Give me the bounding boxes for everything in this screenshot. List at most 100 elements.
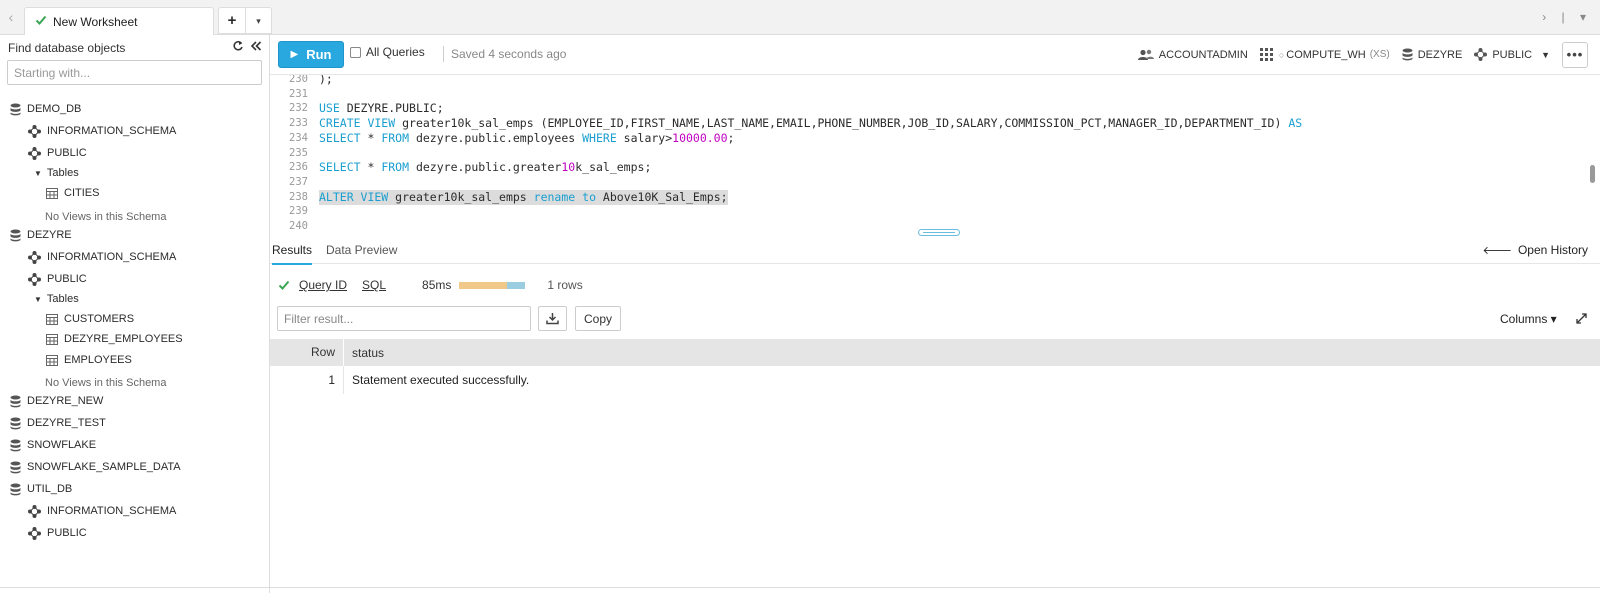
tree-item-table[interactable]: DEZYRE_EMPLOYEES — [46, 330, 183, 348]
schema-icon — [28, 504, 41, 518]
results-tabbar: Results Data Preview 🡐 Open History — [270, 238, 1600, 265]
tree-item-schema[interactable]: PUBLIC — [28, 144, 87, 162]
grid-header: Row status — [270, 339, 1600, 366]
tree-item-label: DEZYRE_EMPLOYEES — [64, 333, 183, 345]
database-icon — [10, 395, 21, 408]
warehouse-label: COMPUTE_WH — [1286, 48, 1366, 61]
tree-item-table[interactable]: EMPLOYEES — [46, 351, 132, 369]
tree-item-table[interactable]: CUSTOMERS — [46, 310, 134, 328]
tab-scroll-controls[interactable]: › | ▾ — [1542, 10, 1592, 24]
tree-item-label: UTIL_DB — [27, 483, 73, 495]
column-header-row[interactable]: Row — [270, 339, 344, 366]
code-line[interactable]: 230); — [270, 75, 1590, 87]
warehouse-size: (XS) — [1369, 49, 1390, 60]
add-worksheet-button[interactable]: + — [218, 7, 246, 34]
run-button[interactable]: ▶ Run — [278, 41, 344, 68]
code-token: 10000.00 — [672, 130, 728, 145]
caret-down-icon[interactable]: ▼ — [34, 169, 42, 178]
panel-resize-handle[interactable] — [918, 229, 960, 236]
tree-item-label: DEMO_DB — [27, 103, 82, 115]
tree-item-label: SNOWFLAKE — [27, 439, 97, 451]
line-number: 238 — [289, 190, 308, 203]
database-icon — [10, 439, 21, 452]
line-number: 233 — [289, 117, 308, 130]
sql-link[interactable]: SQL — [362, 278, 386, 292]
table-icon — [46, 187, 58, 199]
code-line[interactable]: 232 USE DEZYRE.PUBLIC; — [270, 101, 1590, 116]
sql-editor[interactable]: 230); 231 232 USE DEZYRE.PUBLIC; 233 CREATE V… — [270, 75, 1600, 236]
schema-selector[interactable]: PUBLIC ▼ — [1474, 48, 1550, 61]
tree-item-label: PUBLIC — [47, 273, 87, 285]
code-line[interactable]: 235 — [270, 146, 1590, 161]
code-token: FROM — [381, 130, 410, 145]
caret-down-icon[interactable]: ▼ — [34, 295, 42, 304]
database-label: DEZYRE — [1417, 48, 1463, 61]
status-cell: Statement executed successfully. — [352, 373, 530, 387]
tree-item-database[interactable]: SNOWFLAKE_SAMPLE_DATA — [10, 458, 181, 476]
code-line[interactable]: 239 — [270, 204, 1590, 219]
code-line[interactable]: 238 ALTER VIEW greater10k_sal_emps rename… — [270, 189, 1590, 205]
tree-item-database[interactable]: DEZYRE — [10, 226, 72, 244]
tree-item-folder[interactable]: ▼ Tables — [34, 164, 79, 182]
tree-item-schema[interactable]: PUBLIC — [28, 270, 87, 288]
tree-item-schema[interactable]: INFORMATION_SCHEMA — [28, 502, 176, 520]
database-icon — [10, 417, 21, 430]
code-line[interactable]: 231 — [270, 87, 1590, 102]
tab-menu-button[interactable]: ▾ — [246, 7, 272, 34]
tree-item-database[interactable]: DEZYRE_NEW — [10, 392, 103, 410]
object-search-input[interactable] — [7, 60, 262, 85]
warehouse-selector[interactable]: ○ COMPUTE_WH (XS) — [1259, 47, 1390, 62]
filter-result-input[interactable] — [277, 306, 531, 331]
tab-data-preview[interactable]: Data Preview — [326, 243, 397, 263]
tree-item-database[interactable]: DEMO_DB — [10, 100, 81, 118]
database-selector[interactable]: DEZYRE — [1402, 48, 1463, 61]
tree-item-label: PUBLIC — [47, 147, 87, 159]
tree-item-label: Tables — [46, 293, 79, 305]
line-number: 239 — [289, 205, 308, 218]
all-queries-label: All Queries — [366, 45, 425, 59]
refresh-icon[interactable] — [232, 40, 244, 55]
code-line[interactable]: 237 — [270, 175, 1590, 190]
tab-new-worksheet[interactable]: New Worksheet — [24, 7, 214, 35]
all-queries-checkbox[interactable]: All Queries — [350, 45, 425, 59]
code-line[interactable]: 233 CREATE VIEW greater10k_sal_emps (EMPL… — [270, 116, 1590, 131]
tab-results[interactable]: Results — [272, 243, 313, 265]
expand-icon[interactable] — [1576, 313, 1587, 327]
editor-scrollbar[interactable] — [1590, 165, 1595, 183]
table-row[interactable]: 1 Statement executed successfully. — [270, 366, 1600, 394]
code-token: SELECT — [319, 130, 361, 145]
code-token: ; — [727, 130, 735, 145]
check-icon — [35, 14, 47, 29]
copy-button[interactable]: Copy — [575, 306, 621, 331]
code-token: rename — [533, 189, 576, 204]
collapse-sidebar-icon[interactable] — [250, 40, 262, 55]
code-line[interactable]: 236 SELECT * FROM dezyre.public.greater10… — [270, 160, 1590, 175]
tree-item-label: INFORMATION_SCHEMA — [47, 251, 177, 263]
tree-item-schema[interactable]: PUBLIC — [28, 524, 87, 542]
warehouse-status-icon: ○ — [1278, 49, 1285, 60]
code-token: dezyre.public.employees — [409, 130, 583, 145]
database-icon — [10, 483, 21, 496]
tree-item-database[interactable]: SNOWFLAKE — [10, 436, 96, 454]
tree-item-schema[interactable]: INFORMATION_SCHEMA — [28, 122, 176, 140]
tree-item-database[interactable]: UTIL_DB — [10, 480, 72, 498]
query-id-link[interactable]: Query ID — [299, 278, 347, 292]
code-token: * — [360, 130, 382, 145]
code-line[interactable]: 234 SELECT * FROM dezyre.public.employees… — [270, 131, 1590, 146]
table-icon — [46, 354, 58, 366]
more-options-button[interactable]: ••• — [1562, 41, 1588, 68]
tree-item-table[interactable]: CITIES — [46, 184, 99, 202]
columns-dropdown[interactable]: Columns ▾ — [1500, 312, 1557, 326]
checkbox-box[interactable] — [350, 46, 361, 58]
success-check-icon — [278, 279, 290, 291]
tree-item-schema[interactable]: INFORMATION_SCHEMA — [28, 248, 176, 266]
tree-item-database[interactable]: DEZYRE_TEST — [10, 414, 106, 432]
download-button[interactable] — [538, 306, 567, 331]
role-selector[interactable]: ACCOUNTADMIN — [1137, 49, 1248, 61]
line-number: 231 — [289, 87, 308, 100]
grid-body: 1 Statement executed successfully. — [270, 366, 1600, 394]
column-header-status[interactable]: status — [344, 346, 384, 360]
open-history-button[interactable]: 🡐 Open History — [1482, 243, 1588, 257]
chevron-left-icon[interactable]: ‹ — [4, 10, 18, 24]
tree-item-folder[interactable]: ▼ Tables — [34, 290, 79, 308]
